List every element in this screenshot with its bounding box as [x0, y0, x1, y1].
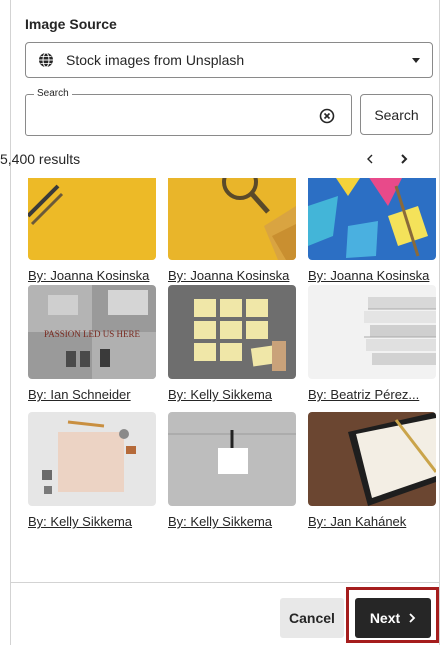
image-credit-link[interactable]: By: Kelly Sikkema: [28, 514, 156, 529]
image-tile[interactable]: By: Joanna Kosinska: [308, 178, 436, 283]
image-credit-link[interactable]: By: Joanna Kosinska: [168, 268, 296, 283]
cancel-button[interactable]: Cancel: [280, 598, 344, 638]
image-credit-link[interactable]: By: Kelly Sikkema: [168, 514, 296, 529]
image-source-select[interactable]: Stock images from Unsplash: [25, 42, 433, 78]
chevron-right-icon: [409, 613, 416, 623]
footer-divider: [10, 582, 440, 583]
image-credit-link[interactable]: By: Joanna Kosinska: [308, 268, 436, 283]
thumbnail-image: [168, 285, 296, 379]
image-source-value: Stock images from Unsplash: [66, 52, 245, 68]
image-tile[interactable]: By: Kelly Sikkema: [168, 412, 296, 529]
image-credit-link[interactable]: By: Beatriz Pérez...: [308, 387, 436, 402]
next-page-icon[interactable]: [397, 150, 411, 168]
search-field: Search: [25, 88, 352, 136]
clear-search-icon[interactable]: [319, 108, 335, 124]
search-input[interactable]: [34, 109, 304, 129]
thumbnail-image: [308, 178, 436, 260]
caret-down-icon: [412, 57, 420, 63]
search-label: Search: [34, 88, 72, 99]
next-button-label: Next: [369, 610, 401, 626]
image-tile[interactable]: By: Beatriz Pérez...: [308, 285, 436, 402]
image-tile[interactable]: By: Kelly Sikkema: [28, 412, 156, 529]
thumbnail-image: [168, 178, 296, 260]
next-button[interactable]: Next: [355, 598, 431, 638]
image-tile[interactable]: PASSION LED US HERE By: Ian Schneider: [28, 285, 156, 402]
globe-icon: [39, 52, 53, 68]
image-credit-link[interactable]: By: Joanna Kosinska: [28, 268, 156, 283]
image-tile[interactable]: By: Jan Kahánek: [308, 412, 436, 529]
image-credit-link[interactable]: By: Kelly Sikkema: [168, 387, 296, 402]
section-title: Image Source: [25, 16, 117, 32]
thumbnail-image: [308, 285, 436, 379]
results-count: 5,400 results: [0, 151, 81, 167]
thumbnail-image: [168, 412, 296, 506]
thumbnail-image: [28, 412, 156, 506]
image-tile[interactable]: By: Joanna Kosinska: [168, 178, 296, 283]
search-button[interactable]: Search: [360, 94, 433, 135]
svg-text:PASSION LED US HERE: PASSION LED US HERE: [44, 329, 140, 339]
thumbnail-image: [28, 178, 156, 260]
thumbnail-image: [308, 412, 436, 506]
thumbnail-image: PASSION LED US HERE: [28, 285, 156, 379]
image-results-grid: By: Joanna Kosinska By: Joanna Kosinska …: [18, 178, 438, 548]
image-tile[interactable]: By: Kelly Sikkema: [168, 285, 296, 402]
image-credit-link[interactable]: By: Jan Kahánek: [308, 514, 436, 529]
image-tile[interactable]: By: Joanna Kosinska: [28, 178, 156, 283]
previous-page-icon[interactable]: [363, 150, 377, 168]
image-credit-link[interactable]: By: Ian Schneider: [28, 387, 156, 402]
